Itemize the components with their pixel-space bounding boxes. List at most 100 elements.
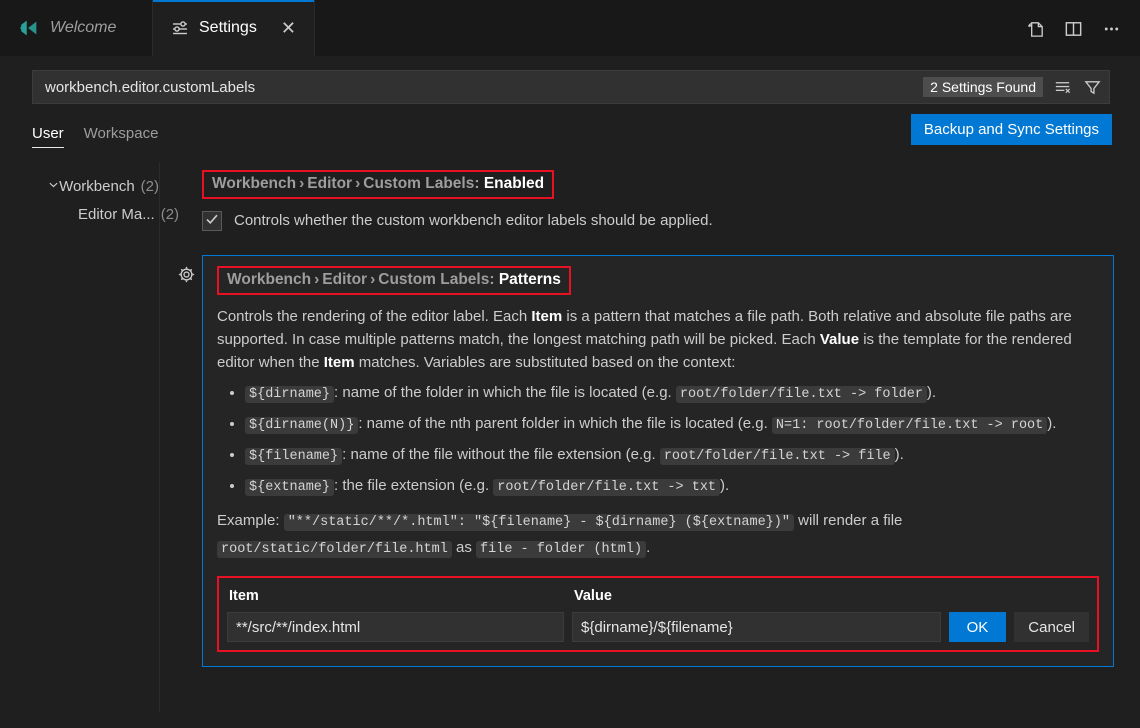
chevron-down-icon [48,179,59,193]
var-extname-text-b: ). [720,477,729,494]
var-dirname-text-a: : name of the folder in which the file i… [334,384,676,401]
settings-search-bar[interactable]: 2 Settings Found [32,70,1110,104]
tab-welcome-label: Welcome [50,19,116,37]
tab-user[interactable]: User [32,125,64,148]
setting-patterns-description: Controls the rendering of the editor lab… [217,305,1099,374]
patterns-table-header: Item Value [227,582,1089,612]
backup-and-sync-settings-button[interactable]: Backup and Sync Settings [911,114,1112,145]
tab-workspace[interactable]: Workspace [84,125,159,148]
scope-tabs: User Workspace [32,125,158,148]
setting-patterns-title-highlight: Workbench›Editor›Custom Labels: Patterns [217,266,571,295]
toc-item-workbench-count: (2) [141,178,159,195]
list-item: ${extname}: the file extension (e.g. roo… [245,473,1099,500]
example-as-text: as [452,539,476,556]
split-editor-right-icon[interactable] [1062,17,1084,39]
var-dirname-n-text-b: ). [1047,415,1056,432]
variables-list: ${dirname}: name of the folder in which … [217,380,1099,500]
list-item: ${filename}: name of the file without th… [245,442,1099,469]
list-item: ${dirname(N)}: name of the nth parent fo… [245,411,1099,438]
setting-enabled-title: Workbench›Editor›Custom Labels: Enabled [212,175,544,192]
close-icon[interactable]: ✕ [281,19,296,37]
vscode-logo-icon [18,17,40,39]
editor-tab-bar: Welcome Settings ✕ [0,0,1140,56]
example-path-code: root/static/folder/file.html [217,541,452,558]
pattern-value-input[interactable] [572,612,941,642]
desc-item-bold-2: Item [324,354,355,371]
desc-value-bold: Value [820,331,859,348]
desc-part-g: matches. Variables are substituted based… [355,354,736,371]
desc-part-a: Controls the rendering of the editor lab… [217,308,531,325]
setting-custom-labels-enabled: Workbench›Editor›Custom Labels: Enabled … [170,162,1140,231]
var-extname-code: ${extname} [245,479,334,496]
tab-settings[interactable]: Settings ✕ [152,0,315,56]
example-pattern-code: "**/static/**/*.html": "${filename} - ${… [284,514,794,531]
cancel-button[interactable]: Cancel [1014,612,1089,642]
setting-patterns-key: Patterns [499,271,561,288]
editor-actions [1024,0,1140,56]
settings-found-badge: 2 Settings Found [923,77,1043,97]
var-dirname-n-text-a: : name of the nth parent folder in which… [358,415,772,432]
patterns-table-edit-row: OK Cancel [227,612,1089,642]
var-dirname-n-example: N=1: root/folder/file.txt -> root [772,417,1047,434]
example-mid-text: will render a file [794,512,902,529]
search-input[interactable] [33,79,923,96]
setting-patterns-title: Workbench›Editor›Custom Labels: Patterns [227,271,561,288]
ok-button[interactable]: OK [949,612,1007,642]
example-label: Example: [217,512,284,529]
breadcrumb-editor: Editor [307,175,352,192]
patterns-breadcrumb-sep-1: › [311,271,322,288]
var-filename-text-b: ). [895,446,904,463]
clear-settings-search-icon[interactable] [1051,77,1073,97]
var-filename-example: root/folder/file.txt -> file [660,448,895,465]
var-extname-text-a: : the file extension (e.g. [334,477,493,494]
patterns-breadcrumb-editor: Editor [322,271,367,288]
var-filename-code: ${filename} [245,448,342,465]
setting-custom-labels-patterns: Workbench›Editor›Custom Labels: Patterns… [170,255,1140,667]
setting-gear-column [170,255,202,667]
toc-item-editor-management[interactable]: Editor Ma... (2) [48,200,159,228]
setting-enabled-key: Enabled [484,175,544,192]
breadcrumb-workbench: Workbench [212,175,296,192]
settings-gear-icon[interactable] [177,265,196,667]
patterns-breadcrumb-custom-labels: Custom Labels: [378,271,494,288]
example-paragraph: Example: "**/static/**/*.html": "${filen… [217,508,1099,562]
var-dirname-text-b: ). [927,384,936,401]
settings-body: Workbench (2) Editor Ma... (2) Workbench… [0,162,1140,712]
column-header-item: Item [229,588,574,604]
patterns-breadcrumb-sep-2: › [367,271,378,288]
pattern-item-input[interactable] [227,612,564,642]
checkmark-icon [205,212,219,231]
desc-item-bold-1: Item [531,308,562,325]
example-result-code: file - folder (html) [476,541,646,558]
filter-funnel-icon[interactable] [1081,77,1103,97]
var-dirname-n-code: ${dirname(N)} [245,417,358,434]
setting-enabled-title-highlight: Workbench›Editor›Custom Labels: Enabled [202,170,554,199]
breadcrumb-sep-1: › [296,175,307,192]
settings-sliders-icon [171,19,189,37]
breadcrumb-custom-labels: Custom Labels: [363,175,479,192]
patterns-table-highlight: Item Value OK Cancel [217,576,1099,652]
var-filename-text-a: : name of the file without the file exte… [342,446,660,463]
search-actions: 2 Settings Found [923,77,1109,97]
settings-list: Workbench›Editor›Custom Labels: Enabled … [160,162,1140,712]
settings-scope-row: User Workspace Backup and Sync Settings [32,114,1110,148]
settings-toc: Workbench (2) Editor Ma... (2) [0,162,160,712]
column-header-value: Value [574,588,612,604]
var-extname-example: root/folder/file.txt -> txt [493,479,720,496]
more-actions-icon[interactable] [1100,17,1122,39]
custom-labels-enabled-checkbox[interactable] [202,211,222,231]
tab-welcome[interactable]: Welcome [0,0,152,56]
tab-settings-label: Settings [199,19,257,37]
open-changes-icon[interactable] [1024,17,1046,39]
var-dirname-example: root/folder/file.txt -> folder [676,386,927,403]
toc-item-workbench[interactable]: Workbench (2) [48,172,159,200]
patterns-breadcrumb-workbench: Workbench [227,271,311,288]
var-dirname-code: ${dirname} [245,386,334,403]
toc-item-editor-management-label: Editor Ma... [78,206,155,223]
list-item: ${dirname}: name of the folder in which … [245,380,1099,407]
toc-item-workbench-label: Workbench [59,178,135,195]
example-end-text: . [646,539,650,556]
patterns-setting-panel: Workbench›Editor›Custom Labels: Patterns… [202,255,1114,667]
setting-enabled-description: Controls whether the custom workbench ed… [234,211,713,231]
breadcrumb-sep-2: › [352,175,363,192]
